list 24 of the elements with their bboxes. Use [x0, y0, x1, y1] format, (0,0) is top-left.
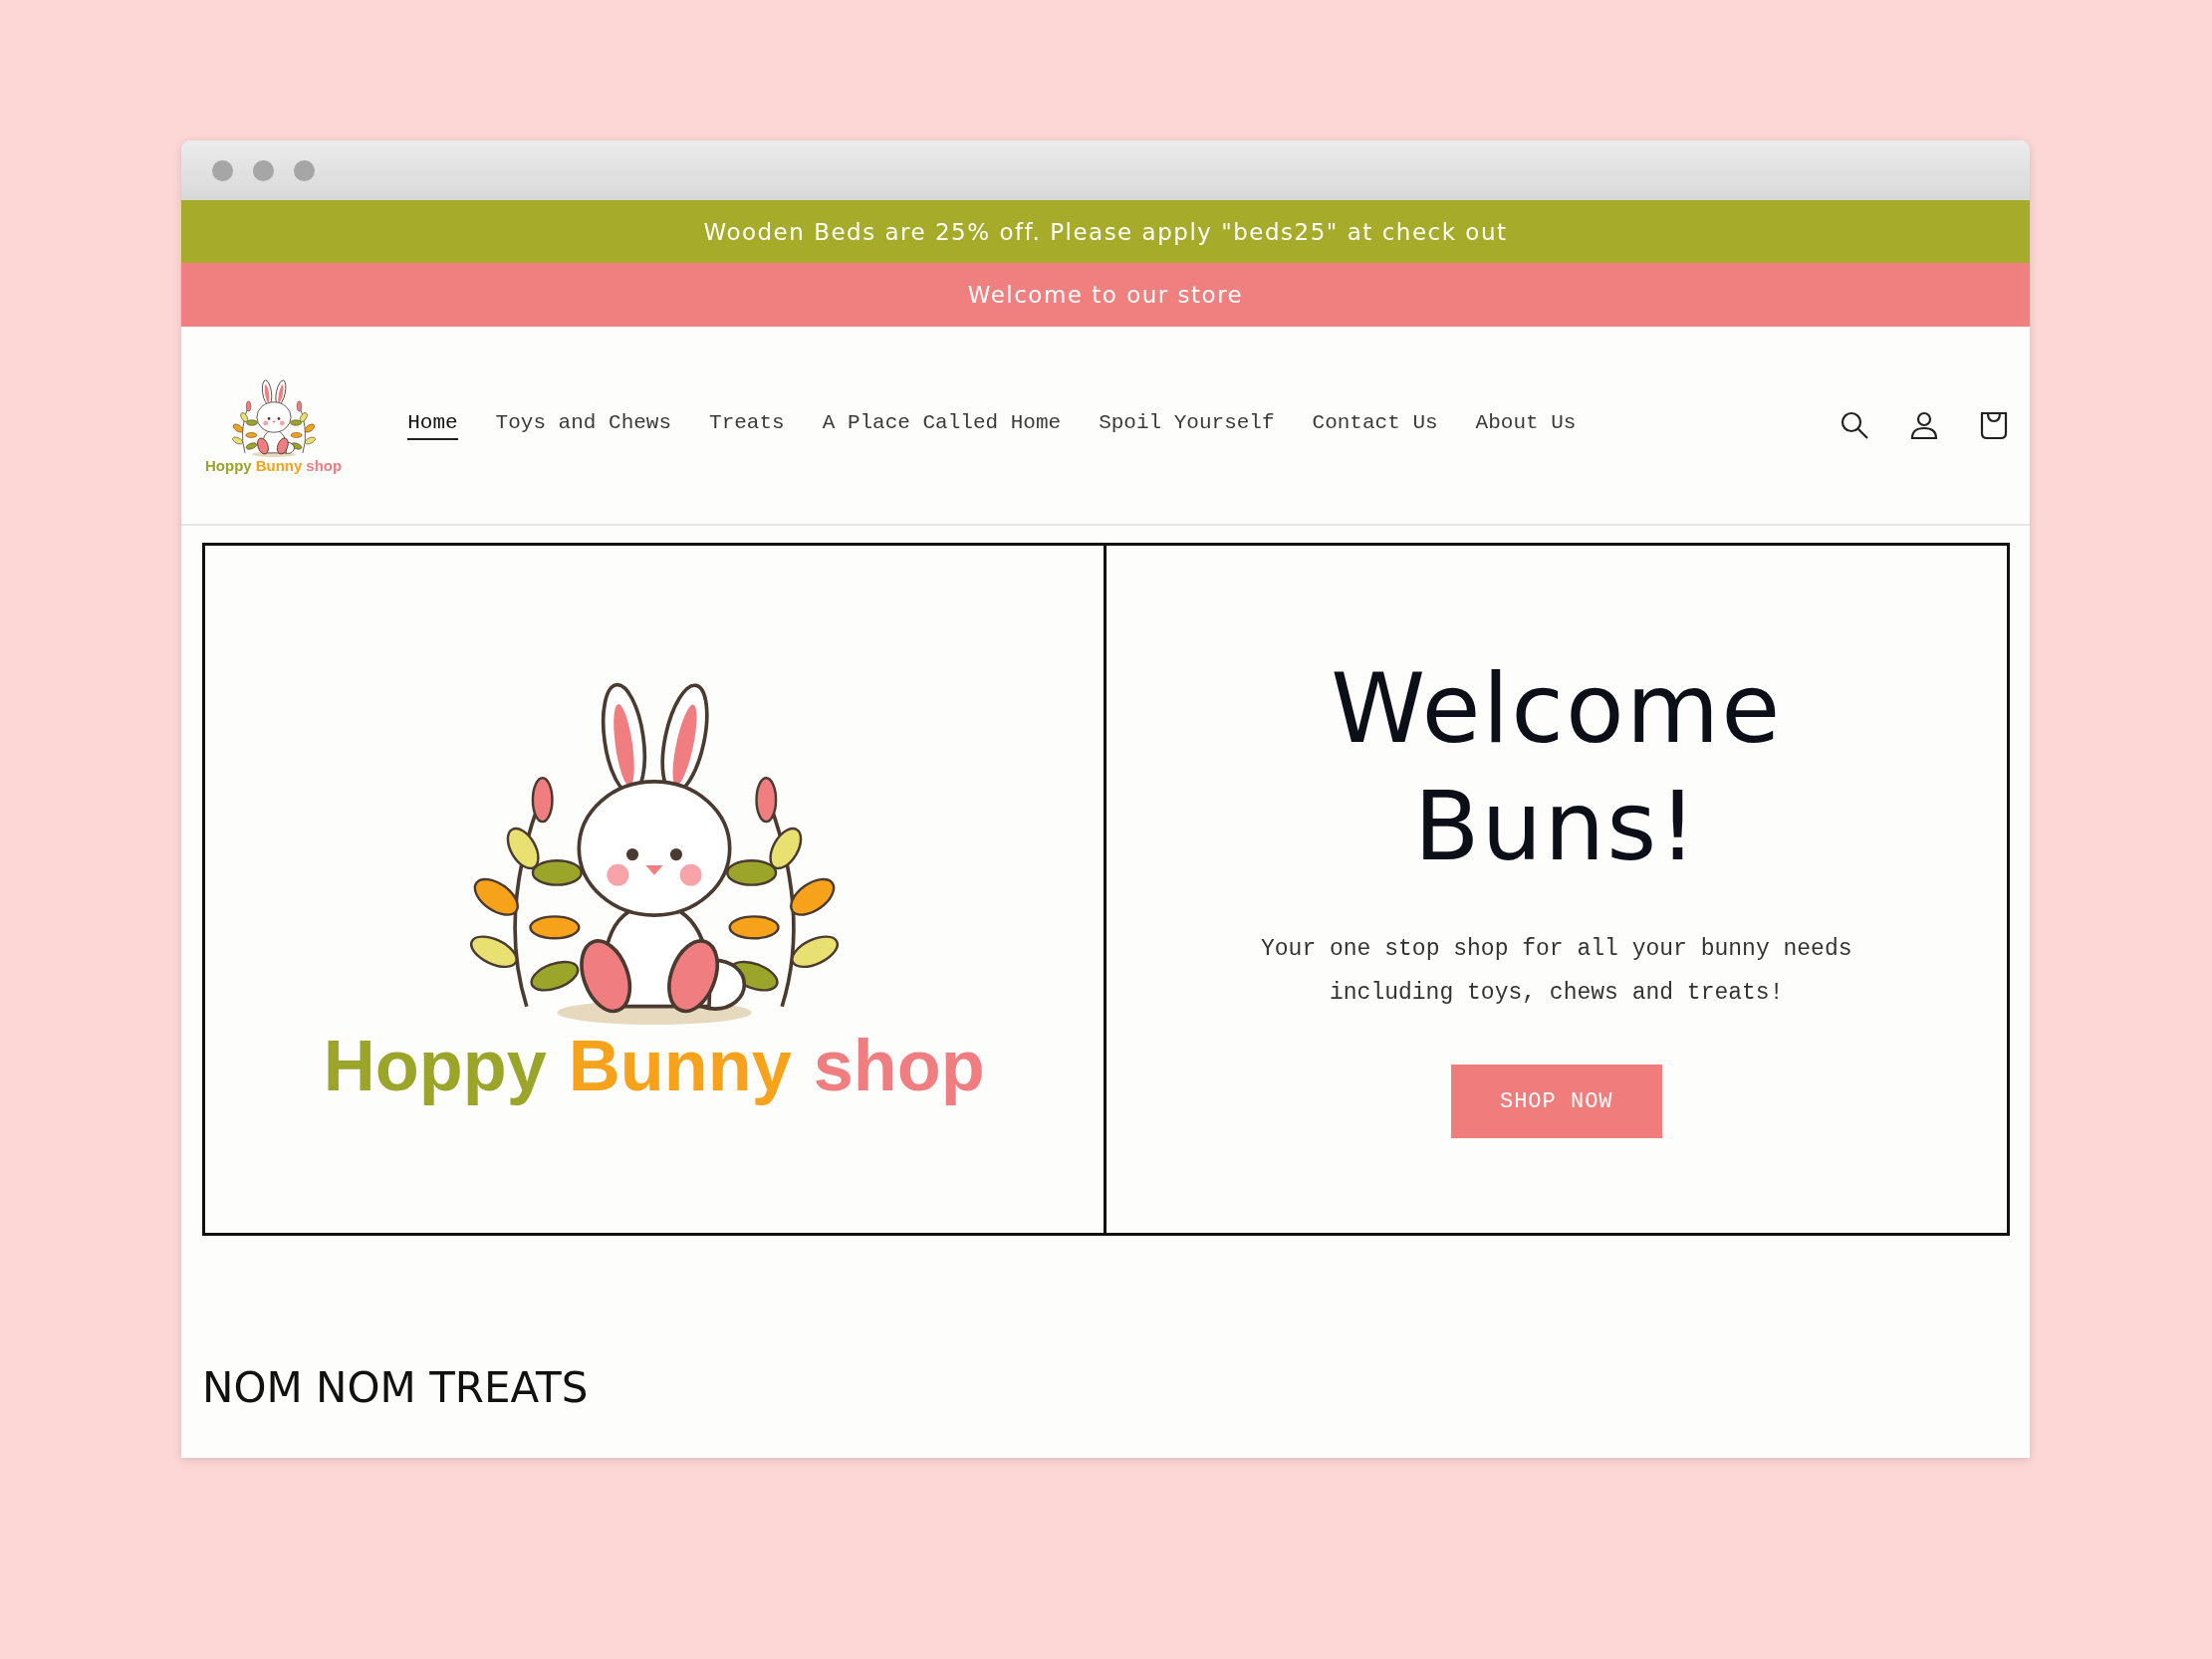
nav-link[interactable]: Spoil Yourself: [1099, 410, 1275, 440]
account-icon[interactable]: [1908, 409, 1940, 441]
logo-word: shop: [306, 456, 343, 474]
shopping-bag-icon[interactable]: [1978, 409, 2010, 441]
window-dot-icon[interactable]: [253, 159, 274, 181]
announcement-text: Welcome to our store: [967, 282, 1244, 308]
logo-word: Bunny: [255, 456, 303, 474]
nav-link[interactable]: A Place Called Home: [822, 410, 1062, 440]
search-icon[interactable]: [1839, 409, 1870, 441]
announcement-text: Wooden Beds are 25% off. Please apply "beds25" at check out: [703, 218, 1508, 245]
nav-link[interactable]: Treats: [709, 410, 785, 440]
logo-word: Hoppy: [323, 1025, 547, 1106]
logo-word: Bunny: [568, 1025, 792, 1106]
section-heading: NOM NOM TREATS: [202, 1363, 590, 1412]
nav-link[interactable]: About Us: [1475, 410, 1577, 440]
hero-heading: Welcome Buns!: [1330, 652, 1784, 884]
nav-link[interactable]: Home: [407, 410, 458, 440]
window-dot-icon[interactable]: [294, 159, 315, 181]
nav-link[interactable]: Contact Us: [1312, 410, 1438, 440]
hero-description: Your one stop shop for all your bunny needs including toys, chews and treats!: [1260, 935, 1853, 1008]
window-dot-icon[interactable]: [212, 159, 233, 181]
logo-word: Hoppy: [205, 456, 252, 474]
logo-word: shop: [813, 1025, 985, 1106]
nav-link[interactable]: Toys and Chews: [495, 410, 672, 440]
